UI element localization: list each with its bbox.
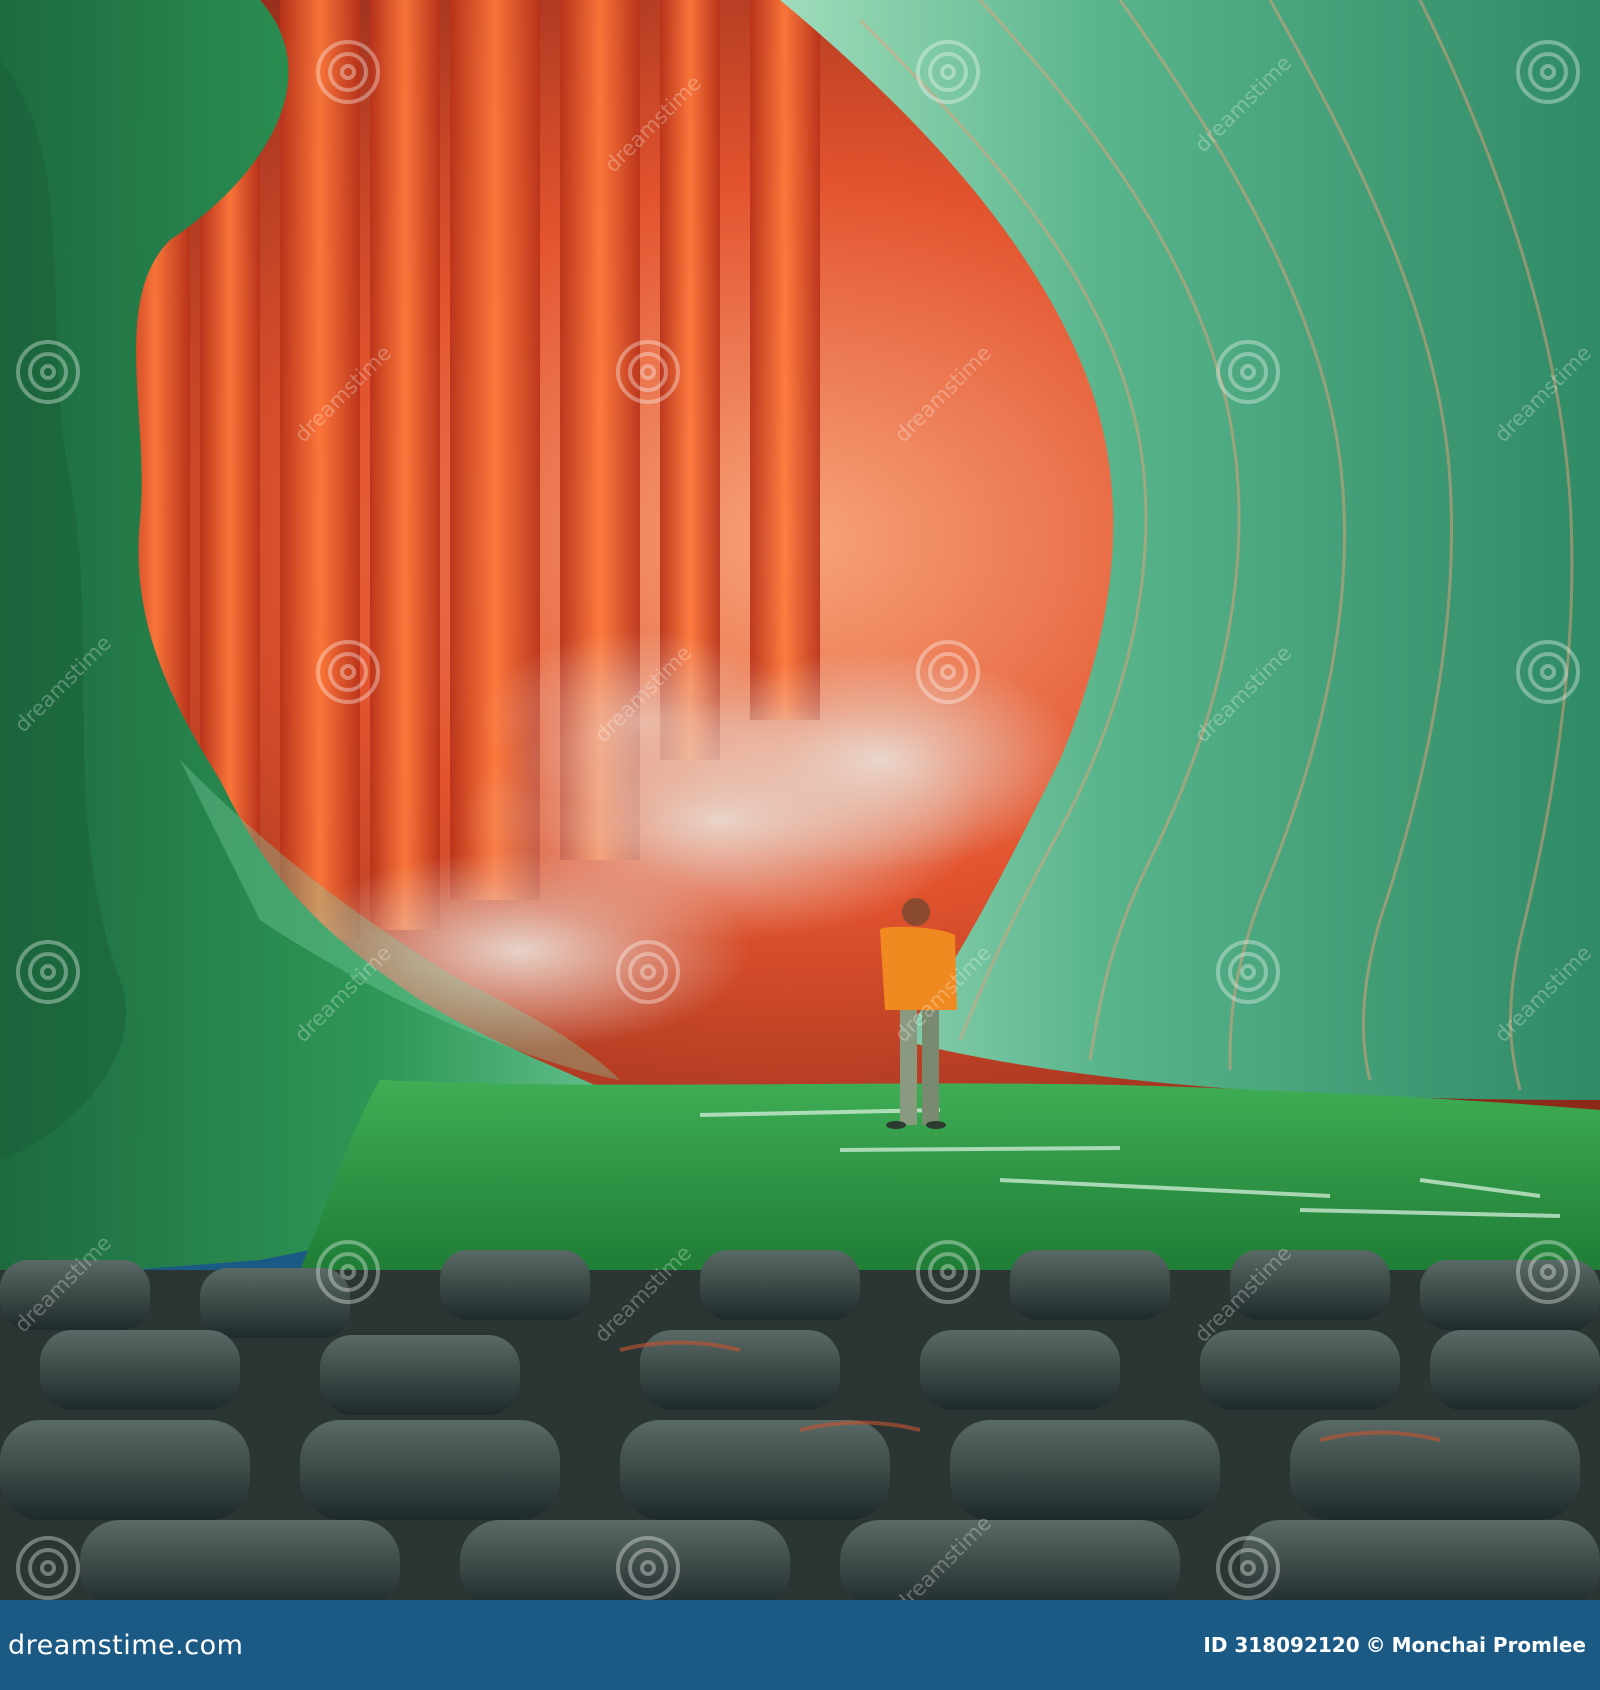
brand-prefix: dreamstime [8,1629,176,1661]
image-credit: ID 318092120 © Monchai Promlee [1203,1633,1586,1657]
brand-suffix: .com [175,1629,244,1661]
image-id: ID 318092120 [1203,1633,1360,1657]
brand-logo[interactable]: dreamstime .com [8,1630,243,1661]
author-name: Monchai Promlee [1391,1633,1586,1657]
copyright-symbol: © [1365,1633,1386,1657]
stage-scene: dreamstime dreamstime dreamstime dreamst… [0,0,1600,1600]
scene-illustration [0,0,1600,1600]
footer-bar: dreamstime .com ID 318092120 © Monchai P… [0,1600,1600,1690]
